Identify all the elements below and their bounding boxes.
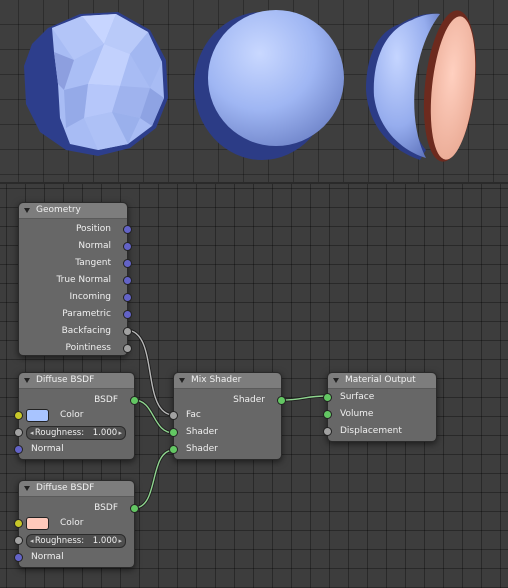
- half-sphere: [366, 10, 477, 162]
- color-label: Color: [60, 410, 84, 420]
- output-tangent: Tangent: [75, 258, 111, 268]
- output-pointiness: Pointiness: [65, 343, 111, 353]
- diffuse-bsdf-node-2[interactable]: Diffuse BSDF BSDF Color ◂ Roughness: 1.0…: [14, 480, 139, 568]
- color-swatch[interactable]: [26, 517, 49, 530]
- node-header[interactable]: Diffuse BSDF: [19, 373, 134, 389]
- 3d-viewport[interactable]: [0, 0, 508, 182]
- collapse-icon[interactable]: [179, 378, 185, 383]
- socket-shader-in-2[interactable]: [169, 445, 178, 454]
- socket-surface[interactable]: [323, 393, 332, 402]
- input-shader-2: Shader: [186, 444, 218, 454]
- output-parametric: Parametric: [62, 309, 111, 319]
- increment-arrow-icon[interactable]: ▸: [118, 427, 122, 439]
- collapse-icon[interactable]: [333, 378, 339, 383]
- roughness-label: Roughness:: [34, 536, 85, 546]
- input-displacement: Displacement: [340, 426, 402, 436]
- socket-tangent[interactable]: [123, 259, 132, 268]
- input-surface: Surface: [340, 392, 375, 402]
- input-fac: Fac: [186, 410, 201, 420]
- normal-label: Normal: [31, 444, 64, 454]
- link-diffuse1-shader: [133, 399, 175, 434]
- socket-color-in[interactable]: [14, 411, 23, 420]
- node-title: Diffuse BSDF: [36, 375, 95, 385]
- roughness-value: 1.000: [92, 536, 118, 546]
- geometry-node[interactable]: Geometry Position Normal Tangent True No…: [18, 202, 132, 356]
- socket-bsdf[interactable]: [130, 504, 139, 513]
- socket-incoming[interactable]: [123, 293, 132, 302]
- color-swatch[interactable]: [26, 409, 49, 422]
- output-normal: Normal: [78, 241, 111, 251]
- node-header[interactable]: Material Output: [328, 373, 436, 389]
- normal-label: Normal: [31, 552, 64, 562]
- roughness-field[interactable]: ◂ Roughness: 1.000 ▸: [26, 534, 126, 548]
- link-diffuse2-shader: [133, 449, 175, 509]
- collapse-icon[interactable]: [24, 208, 30, 213]
- socket-normal[interactable]: [123, 242, 132, 251]
- material-output-node[interactable]: Material Output Surface Volume Displacem…: [323, 372, 437, 442]
- node-title: Diffuse BSDF: [36, 483, 95, 493]
- collapse-icon[interactable]: [24, 378, 30, 383]
- socket-shader-out[interactable]: [277, 396, 286, 405]
- socket-pointiness[interactable]: [123, 344, 132, 353]
- socket-normal-in[interactable]: [14, 445, 23, 454]
- socket-volume[interactable]: [323, 410, 332, 419]
- socket-roughness-in[interactable]: [14, 428, 23, 437]
- output-bsdf: BSDF: [94, 503, 118, 513]
- collapse-icon[interactable]: [24, 486, 30, 491]
- node-header[interactable]: Mix Shader: [174, 373, 281, 389]
- output-shader: Shader: [233, 395, 265, 405]
- decrement-arrow-icon[interactable]: ◂: [30, 535, 34, 547]
- lowpoly-sphere: [24, 12, 168, 156]
- socket-parametric[interactable]: [123, 310, 132, 319]
- roughness-field[interactable]: ◂ Roughness: 1.000 ▸: [26, 426, 126, 440]
- roughness-value: 1.000: [92, 428, 118, 438]
- output-incoming: Incoming: [69, 292, 112, 302]
- node-editor[interactable]: Geometry Position Normal Tangent True No…: [0, 184, 508, 588]
- output-bsdf: BSDF: [94, 395, 118, 405]
- socket-bsdf[interactable]: [130, 396, 139, 405]
- socket-true-normal[interactable]: [123, 276, 132, 285]
- socket-position[interactable]: [123, 225, 132, 234]
- input-volume: Volume: [340, 409, 374, 419]
- smooth-sphere: [194, 10, 344, 160]
- increment-arrow-icon[interactable]: ▸: [118, 535, 122, 547]
- socket-shader-in-1[interactable]: [169, 428, 178, 437]
- mix-shader-node[interactable]: Mix Shader Shader Fac Shader Shader: [169, 372, 286, 460]
- node-header[interactable]: Diffuse BSDF: [19, 481, 134, 497]
- socket-backfacing[interactable]: [123, 327, 132, 336]
- socket-displacement[interactable]: [323, 427, 332, 436]
- output-true-normal: True Normal: [56, 275, 111, 285]
- roughness-label: Roughness:: [34, 428, 85, 438]
- socket-fac[interactable]: [169, 411, 178, 420]
- socket-normal-in[interactable]: [14, 553, 23, 562]
- socket-roughness-in[interactable]: [14, 536, 23, 545]
- decrement-arrow-icon[interactable]: ◂: [30, 427, 34, 439]
- node-title: Material Output: [345, 375, 416, 385]
- node-title: Geometry: [36, 205, 81, 215]
- preview-render: [24, 10, 477, 162]
- color-label: Color: [60, 518, 84, 528]
- socket-color-in[interactable]: [14, 519, 23, 528]
- input-shader-1: Shader: [186, 427, 218, 437]
- output-position: Position: [75, 224, 111, 234]
- output-backfacing: Backfacing: [61, 326, 111, 336]
- node-header[interactable]: Geometry: [19, 203, 127, 219]
- node-title: Mix Shader: [191, 375, 242, 385]
- diffuse-bsdf-node-1[interactable]: Diffuse BSDF BSDF Color ◂ Roughness: 1.0…: [14, 372, 139, 460]
